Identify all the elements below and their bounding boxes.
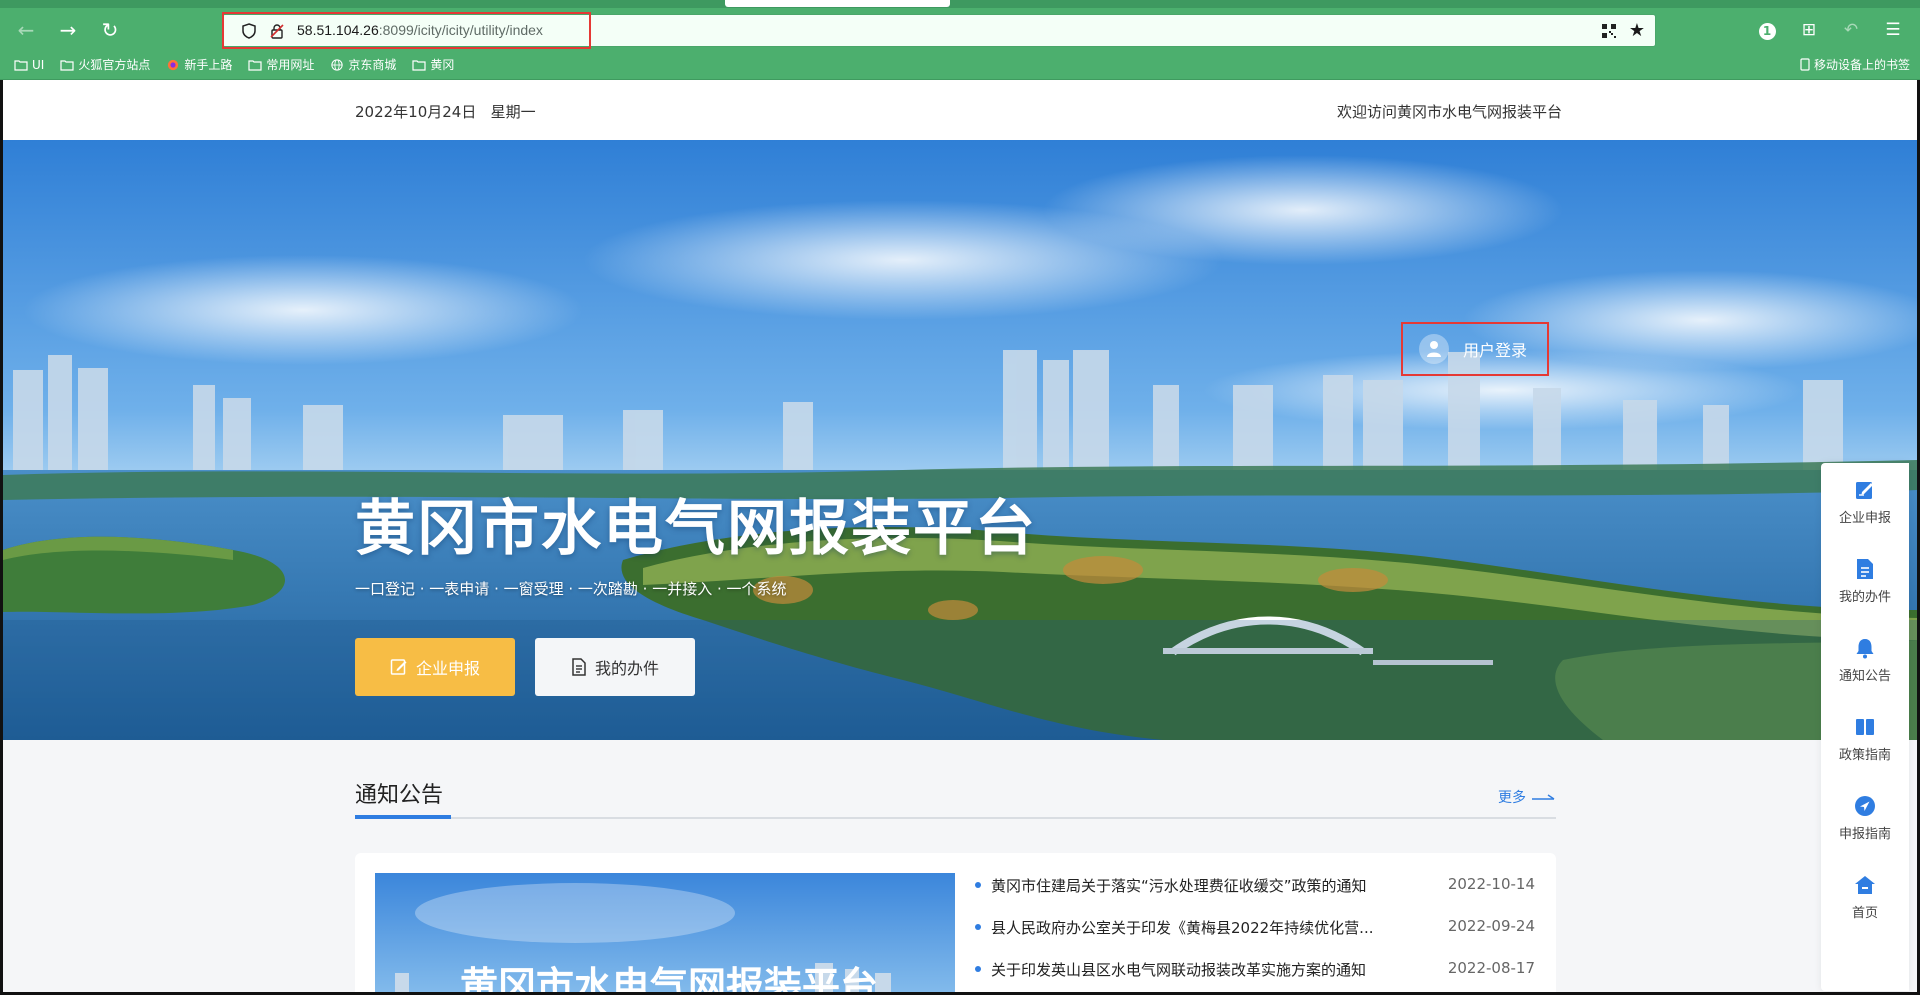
bookmark-star-icon[interactable]: ★ [1629, 20, 1645, 41]
edit-icon [1856, 482, 1873, 499]
more-label: 更多 [1498, 790, 1526, 806]
book-icon [1856, 719, 1874, 735]
back-button[interactable]: ← [14, 18, 38, 42]
hero-title: 黄冈市水电气网报装平台 [355, 494, 1037, 564]
bookmark-common[interactable]: 常用网址 [248, 56, 314, 73]
edit-icon [390, 659, 407, 675]
lake-landscape-image [3, 140, 1917, 740]
bullet-dot [975, 882, 981, 888]
browser-toolbar: ← → ↻ 58.51.104.26:8099/icity/icity/util… [0, 0, 1920, 80]
bookmark-label: 京东商城 [348, 58, 397, 72]
sidenav-label: 通知公告 [1838, 669, 1891, 684]
notice-section-header: 通知公告 更多 [355, 777, 1556, 819]
nav-buttons: ← → ↻ [14, 18, 122, 42]
bookmark-label: 火狐官方站点 [78, 58, 151, 72]
active-tab[interactable] [725, 0, 950, 7]
notice-item-date: 2022-10-14 [1447, 875, 1535, 893]
bookmark-label: 新手上路 [184, 58, 233, 72]
document-icon [1857, 559, 1873, 579]
window-frame-left [0, 80, 3, 995]
notice-item-title[interactable]: 县人民政府办公室关于印发《黄梅县2022年持续优化营... [991, 917, 1401, 938]
bullet-dot [975, 924, 981, 930]
firefox-icon [168, 59, 179, 70]
notice-item-date: 2022-09-24 [1447, 917, 1535, 935]
bookmark-label: UI [32, 57, 45, 72]
notice-list: 黄冈市住建局关于落实“污水处理费征收缓交”政策的通知 2022-10-14 县人… [975, 875, 1535, 992]
crop-icon[interactable]: ⊞ [1798, 19, 1820, 41]
undo-icon[interactable]: ↶ [1840, 19, 1862, 41]
notice-item[interactable]: 关于印发英山县区水电气网联动报装改革实施方案的通知 2022-08-17 [975, 959, 1535, 992]
sidenav-home[interactable]: 首页 [1821, 858, 1909, 937]
notice-item-title[interactable]: 黄冈市住建局关于落实“污水处理费征收缓交”政策的通知 [991, 875, 1401, 896]
bookmark-jd[interactable]: 京东商城 [330, 56, 396, 73]
notice-banner-image[interactable]: 黄冈市水电气网报装平台 [375, 873, 955, 992]
floating-side-nav: 企业申报 我的办件 通知公告 政策指南 申报指南 首页 [1821, 463, 1909, 991]
sidenav-enterprise-apply[interactable]: 企业申报 [1821, 463, 1909, 542]
hero-banner: 用户登录 黄冈市水电气网报装平台 一口登记 · 一表申请 · 一窗受理 · 一次… [3, 140, 1917, 740]
welcome-text: 欢迎访问黄冈市水电气网报装平台 [1336, 103, 1562, 121]
bell-icon [1856, 639, 1874, 659]
extension-button[interactable]: 1 [1756, 19, 1778, 41]
weekday-text: 星期一 [490, 103, 536, 121]
bookmark-getting-started[interactable]: 新手上路 [166, 56, 232, 73]
notice-banner-title: 黄冈市水电气网报装平台 [460, 964, 879, 992]
user-login-button[interactable]: 用户登录 [1401, 322, 1549, 376]
sidenav-policy-guide[interactable]: 政策指南 [1821, 700, 1909, 779]
bullet-dot [975, 966, 981, 972]
notice-item[interactable]: 县人民政府办公室关于印发《黄梅县2022年持续优化营... 2022-09-24 [975, 917, 1535, 959]
bookmark-huanggang[interactable]: 黄冈 [412, 56, 454, 73]
sidenav-label: 首页 [1851, 906, 1878, 921]
bookmark-label: 黄冈 [430, 58, 455, 72]
notice-more-link[interactable]: 更多 [1498, 787, 1556, 807]
phone-icon [1800, 58, 1810, 71]
mobile-bookmarks-label: 移动设备上的书签 [1813, 58, 1910, 72]
my-cases-button[interactable]: 我的办件 [535, 638, 695, 696]
sidenav-my-cases[interactable]: 我的办件 [1821, 542, 1909, 621]
notice-item[interactable]: 黄冈市住建局关于落实“污水处理费征收缓交”政策的通知 2022-10-14 [975, 875, 1535, 917]
my-cases-label: 我的办件 [594, 659, 659, 678]
tab-strip [0, 0, 1920, 8]
notice-title-underline [355, 815, 451, 819]
folder-icon [14, 59, 28, 71]
enterprise-apply-button[interactable]: 企业申报 [355, 638, 515, 696]
navigation-icon [1855, 796, 1875, 816]
date-text: 2022年10月24日 [355, 103, 477, 121]
folder-icon [248, 59, 262, 71]
current-date: 2022年10月24日 星期一 [355, 101, 536, 122]
bookmarks-bar: UI 火狐官方站点 新手上路 常用网址 京东商城 黄冈 [14, 56, 454, 73]
reload-button[interactable]: ↻ [98, 18, 122, 42]
web-page: 2022年10月24日 星期一 欢迎访问黄冈市水电气网报装平台 用户登录 黄冈市… [3, 80, 1917, 992]
sidenav-label: 企业申报 [1838, 511, 1891, 526]
login-label: 用户登录 [1463, 341, 1528, 360]
globe-icon [331, 58, 344, 71]
page-topbar: 2022年10月24日 星期一 欢迎访问黄冈市水电气网报装平台 [3, 80, 1917, 140]
extension-badge: 1 [1758, 23, 1776, 40]
sidenav-label: 政策指南 [1838, 748, 1891, 763]
url-highlight-box [222, 12, 591, 49]
user-avatar-icon [1419, 334, 1449, 364]
bookmark-label: 常用网址 [266, 58, 315, 72]
sidenav-label: 我的办件 [1838, 590, 1891, 605]
mobile-bookmarks[interactable]: 移动设备上的书签 [1800, 56, 1910, 73]
qr-code-icon[interactable] [1601, 23, 1617, 39]
hero-slogan: 一口登记 · 一表申请 · 一窗受理 · 一次踏勘 · 一并接入 · 一个系统 [355, 580, 787, 598]
menu-icon[interactable]: ☰ [1882, 19, 1904, 41]
notice-title: 通知公告 [355, 783, 444, 808]
sidenav-apply-guide[interactable]: 申报指南 [1821, 779, 1909, 858]
toolbar-right: 1 ⊞ ↶ ☰ [1756, 19, 1904, 41]
enterprise-apply-label: 企业申报 [415, 659, 480, 678]
sidenav-notices[interactable]: 通知公告 [1821, 621, 1909, 700]
notice-item-title[interactable]: 关于印发英山县区水电气网联动报装改革实施方案的通知 [991, 959, 1401, 980]
folder-icon [412, 59, 426, 71]
notice-card: 黄冈市水电气网报装平台 黄冈市住建局关于落实“污水处理费征收缓交”政策的通知 2… [355, 853, 1556, 992]
notice-item-date: 2022-08-17 [1447, 959, 1535, 977]
bookmark-firefox[interactable]: 火狐官方站点 [60, 56, 150, 73]
sidenav-label: 申报指南 [1838, 827, 1891, 842]
home-icon [1855, 876, 1875, 894]
arrow-right-icon [1532, 794, 1555, 800]
document-icon [572, 658, 586, 676]
forward-button[interactable]: → [56, 18, 80, 42]
bookmark-ui[interactable]: UI [14, 56, 44, 73]
folder-icon [60, 59, 74, 71]
